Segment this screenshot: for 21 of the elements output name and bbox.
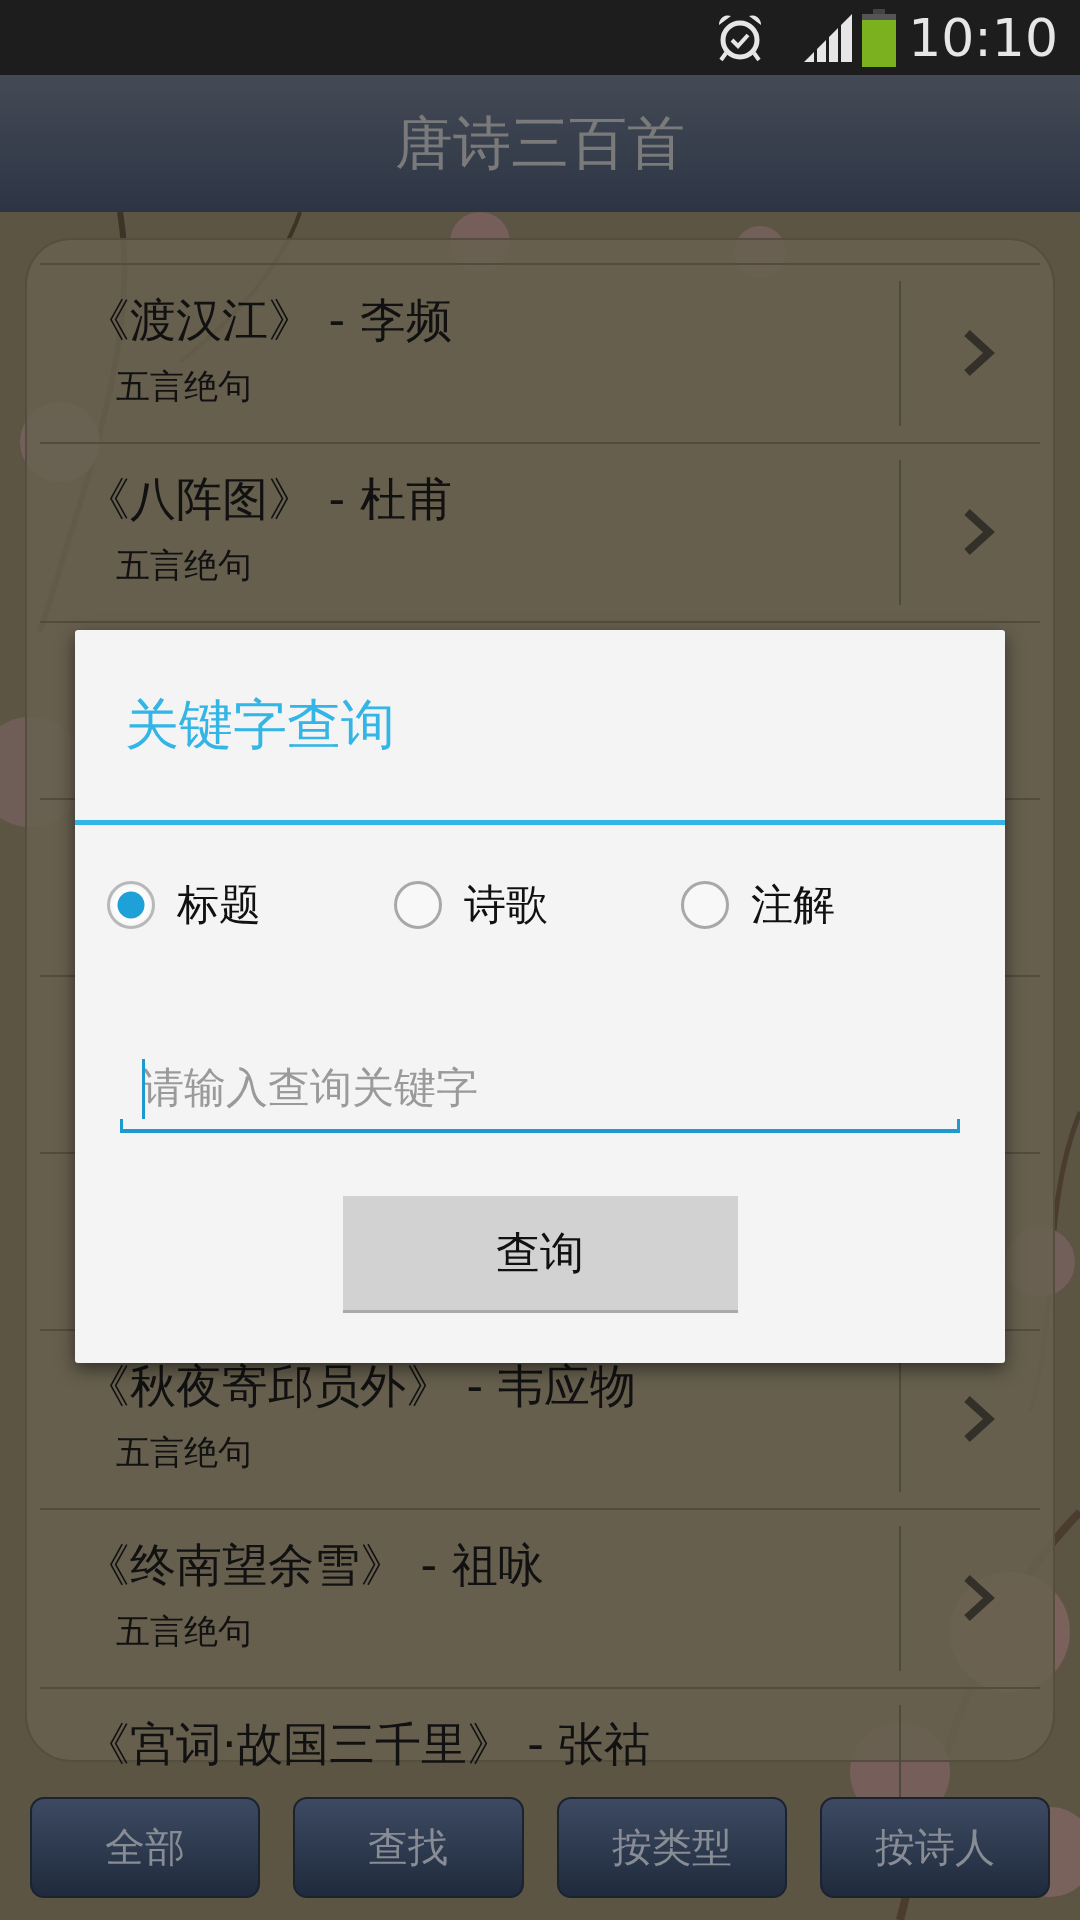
clock-time: 10:10 <box>908 7 1058 68</box>
search-button[interactable]: 查询 <box>342 1196 738 1313</box>
poem-title: 《渡汉江》 - 李频 <box>84 295 452 346</box>
poem-title: 《八阵图》 - 杜甫 <box>84 474 452 525</box>
radio-unchecked-icon[interactable] <box>681 881 729 929</box>
poem-type: 五言绝句 <box>116 543 252 587</box>
dialog-title: 关键字查询 <box>125 691 395 758</box>
poem-title: 《宫词·故国三千里》 - 张祜 <box>84 1719 651 1770</box>
radio-option[interactable]: 注解 <box>681 875 968 935</box>
poem-title: 《秋夜寄邱员外》 - 韦应物 <box>84 1361 636 1412</box>
poem-type: 五言绝句 <box>116 1430 252 1474</box>
signal-icon <box>804 13 855 62</box>
radio-option[interactable]: 诗歌 <box>394 875 681 935</box>
radio-option[interactable]: 标题 <box>107 875 394 935</box>
poem-title: 《终南望余雪》 - 祖咏 <box>84 1540 544 1591</box>
poem-type: 五言绝句 <box>116 1609 252 1653</box>
radio-checked-icon[interactable] <box>107 881 155 929</box>
radio-unchecked-icon[interactable] <box>394 881 442 929</box>
poem-type: 五言绝句 <box>116 364 252 408</box>
app-title: 唐诗三百首 <box>395 107 685 179</box>
battery-icon <box>862 8 897 67</box>
